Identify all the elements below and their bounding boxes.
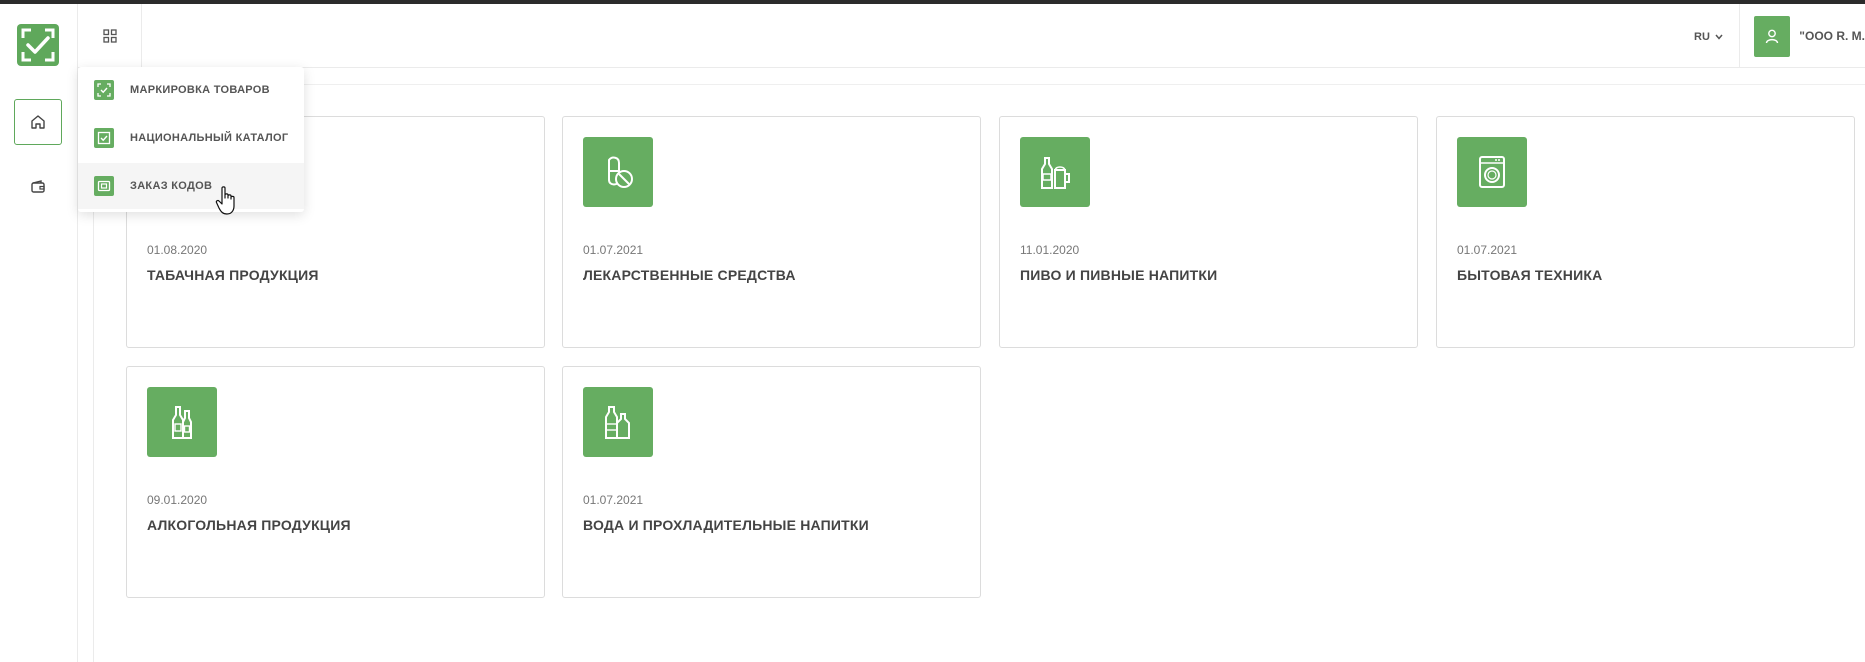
menu-item-label: МАРКИРОВКА ТОВАРОВ [130,84,270,96]
chevron-down-icon [1715,34,1723,40]
hand-cursor-icon [215,186,235,215]
card-title: ТАБАЧНАЯ ПРОДУКЦИЯ [147,267,319,283]
card-date: 11.01.2020 [1020,243,1080,257]
bottles-icon [147,387,217,457]
card-title: БЫТОВАЯ ТЕХНИКА [1457,267,1603,283]
product-card-appliances[interactable]: 01.07.2021 БЫТОВАЯ ТЕХНИКА [1436,116,1855,348]
card-title: АЛКОГОЛЬНАЯ ПРОДУКЦИЯ [147,517,351,533]
card-date: 01.08.2020 [147,243,208,257]
apps-grid-icon [102,29,117,43]
beer-icon [1020,137,1090,207]
card-date: 09.01.2020 [147,493,208,507]
menu-item-label: НАЦИОНАЛЬНЫЙ КАТАЛОГ [130,132,289,144]
card-title: ВОДА И ПРОХЛАДИТЕЛЬНЫЕ НАПИТКИ [583,517,869,533]
logo-icon[interactable] [17,24,59,66]
card-date: 01.07.2021 [583,243,644,257]
left-sidebar [0,4,78,662]
card-title: ПИВО И ПИВНЫЕ НАПИТКИ [1020,267,1218,283]
card-date: 01.07.2021 [1457,243,1518,257]
language-label: RU [1694,31,1710,43]
user-menu[interactable]: "ООО R. M. [1739,4,1865,68]
product-card-water[interactable]: 01.07.2021 ВОДА И ПРОХЛАДИТЕЛЬНЫЕ НАПИТК… [562,366,981,598]
card-title: ЛЕКАРСТВЕННЫЕ СРЕДСТВА [583,267,796,283]
menu-item-catalog[interactable]: НАЦИОНАЛЬНЫЙ КАТАЛОГ [78,115,304,161]
menu-item-marking[interactable]: МАРКИРОВКА ТОВАРОВ [78,67,304,113]
product-card-medicine[interactable]: 01.07.2021 ЛЕКАРСТВЕННЫЕ СРЕДСТВА [562,116,981,348]
header: RU "ООО R. M. [78,4,1865,68]
card-date: 01.07.2021 [583,493,644,507]
main-content: 01.08.2020 ТАБАЧНАЯ ПРОДУКЦИЯ 01.07.2021… [93,84,1865,662]
apps-dropdown-menu: МАРКИРОВКА ТОВАРОВ НАЦИОНАЛЬНЫЙ КАТАЛОГ … [78,67,304,212]
menu-item-label: ЗАКАЗ КОДОВ [130,180,213,192]
marking-icon [94,80,114,100]
washing-machine-icon [1457,137,1527,207]
menu-item-code-order[interactable]: ЗАКАЗ КОДОВ [78,163,304,209]
pill-icon [583,137,653,207]
apps-menu-button[interactable] [78,4,142,68]
user-icon [1765,29,1779,44]
catalog-icon [94,128,114,148]
product-card-alcohol[interactable]: 09.01.2020 АЛКОГОЛЬНАЯ ПРОДУКЦИЯ [126,366,545,598]
water-icon [583,387,653,457]
product-card-beer[interactable]: 11.01.2020 ПИВО И ПИВНЫЕ НАПИТКИ [999,116,1418,348]
avatar [1754,15,1791,57]
code-order-icon [94,176,114,196]
wallet-button[interactable] [14,164,62,210]
home-icon [31,115,45,129]
user-name: "ООО R. M. [1799,29,1865,43]
language-selector[interactable]: RU [1694,28,1723,46]
wallet-icon [31,180,45,193]
home-button[interactable] [14,99,62,145]
